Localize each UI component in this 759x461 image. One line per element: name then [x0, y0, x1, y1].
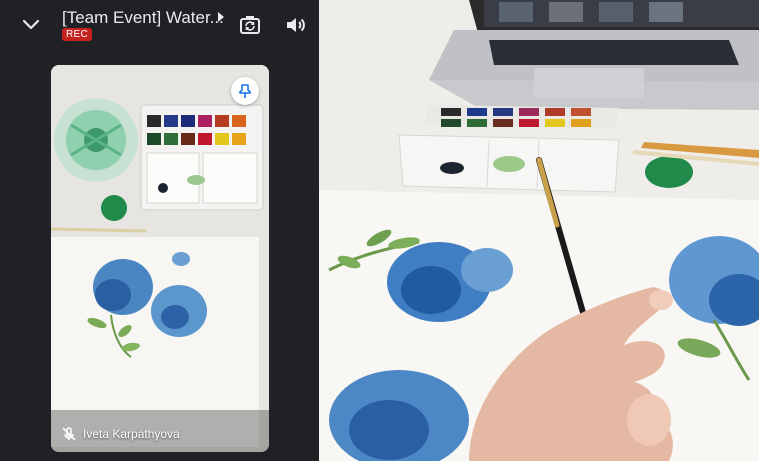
recording-badge: REC — [62, 28, 93, 41]
switch-camera-button[interactable] — [238, 13, 262, 37]
main-video-feed[interactable] — [319, 0, 759, 461]
main-video-image — [319, 0, 759, 461]
pin-icon — [239, 84, 251, 98]
pin-button[interactable] — [231, 77, 259, 105]
arrow-right-icon[interactable] — [216, 10, 226, 24]
mic-off-icon — [62, 427, 76, 441]
collapse-button[interactable] — [18, 12, 44, 38]
meeting-title[interactable]: [Team Event] Water... — [62, 8, 224, 28]
chevron-down-icon — [22, 19, 40, 30]
participant-video-frame — [51, 65, 269, 452]
speaker-icon — [287, 18, 305, 32]
left-panel: [Team Event] Water... REC Iveta Karpathy… — [0, 0, 319, 461]
call-header: [Team Event] Water... REC — [0, 0, 319, 50]
switch-camera-icon — [240, 16, 260, 34]
participant-name: Iveta Karpathyova — [83, 427, 180, 441]
participant-label: Iveta Karpathyova — [61, 426, 180, 442]
speaker-button[interactable] — [283, 13, 307, 37]
participant-video-tile[interactable]: Iveta Karpathyova — [51, 65, 269, 452]
